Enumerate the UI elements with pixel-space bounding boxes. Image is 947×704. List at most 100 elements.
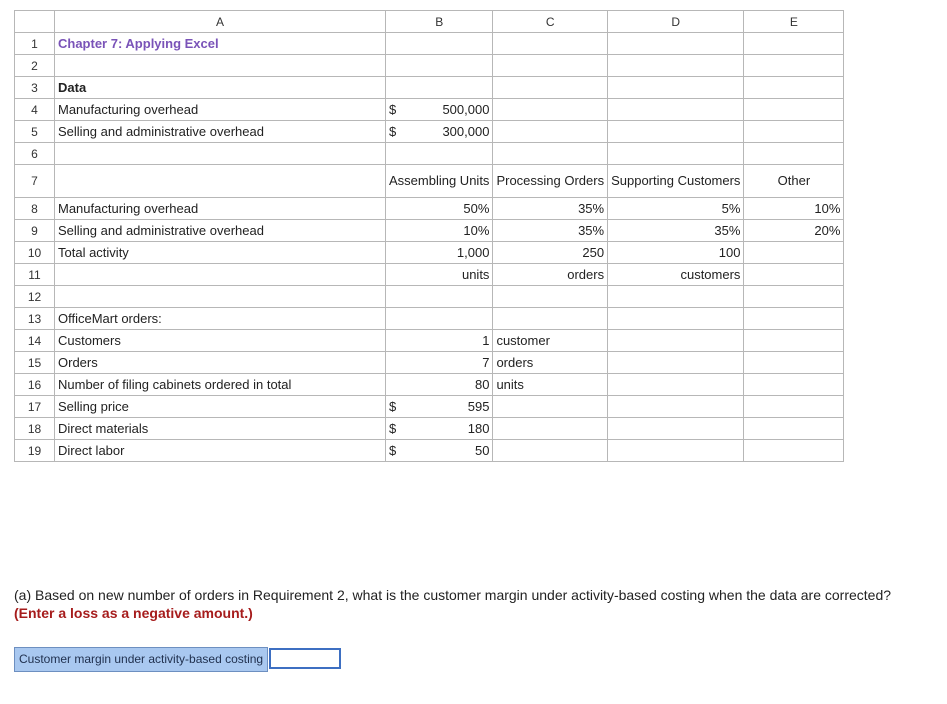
row-number: 16 bbox=[14, 373, 55, 396]
cell bbox=[492, 439, 609, 462]
cell bbox=[607, 142, 745, 165]
row-number: 15 bbox=[14, 351, 55, 374]
cell-value: 7 bbox=[384, 351, 494, 374]
cell bbox=[54, 54, 386, 77]
row-number: 2 bbox=[14, 54, 55, 77]
row-label: Total activity bbox=[54, 241, 386, 264]
cell-value: 10% bbox=[743, 197, 845, 220]
answer-row: Customer margin under activity-based cos… bbox=[14, 647, 342, 672]
cell-currency: $595 bbox=[384, 395, 494, 418]
row-label: Direct labor bbox=[54, 439, 386, 462]
corner-cell bbox=[14, 10, 55, 33]
cell bbox=[743, 439, 845, 462]
row-number: 1 bbox=[14, 32, 55, 55]
row-label: Direct materials bbox=[54, 417, 386, 440]
row-number: 14 bbox=[14, 329, 55, 352]
cell bbox=[492, 417, 609, 440]
row-number: 7 bbox=[14, 164, 55, 198]
cell bbox=[54, 263, 386, 286]
sheet-title: Chapter 7: Applying Excel bbox=[54, 32, 386, 55]
cell bbox=[492, 32, 609, 55]
cell bbox=[607, 307, 745, 330]
cell bbox=[607, 329, 745, 352]
cell bbox=[54, 164, 386, 198]
cell bbox=[384, 76, 494, 99]
activity-header-supporting: Supporting Customers bbox=[607, 164, 745, 198]
row-label: Selling price bbox=[54, 395, 386, 418]
cell bbox=[492, 395, 609, 418]
cell bbox=[607, 54, 745, 77]
cell bbox=[743, 54, 845, 77]
row-label: Number of filing cabinets ordered in tot… bbox=[54, 373, 386, 396]
column-header-e: E bbox=[743, 10, 845, 33]
question-emphasis: (Enter a loss as a negative amount.) bbox=[14, 605, 253, 621]
cell-value: 20% bbox=[743, 219, 845, 242]
amount: 180 bbox=[467, 421, 490, 436]
amount: 595 bbox=[467, 399, 490, 414]
cell bbox=[607, 417, 745, 440]
dollar-sign: $ bbox=[389, 421, 397, 436]
cell bbox=[384, 32, 494, 55]
cell bbox=[492, 98, 609, 121]
row-number: 11 bbox=[14, 263, 55, 286]
row-label: Selling and administrative overhead bbox=[54, 120, 386, 143]
cell bbox=[607, 439, 745, 462]
cell-currency: $50 bbox=[384, 439, 494, 462]
row-number: 8 bbox=[14, 197, 55, 220]
row-number: 19 bbox=[14, 439, 55, 462]
cell bbox=[54, 285, 386, 308]
row-number: 5 bbox=[14, 120, 55, 143]
row-number: 17 bbox=[14, 395, 55, 418]
cell bbox=[743, 32, 845, 55]
cell-value: 100 bbox=[607, 241, 745, 264]
cell bbox=[743, 307, 845, 330]
cell bbox=[743, 263, 845, 286]
cell-value: 250 bbox=[492, 241, 609, 264]
row-number: 18 bbox=[14, 417, 55, 440]
row-number: 9 bbox=[14, 219, 55, 242]
question-body: (a) Based on new number of orders in Req… bbox=[14, 587, 892, 603]
customer-margin-input[interactable] bbox=[269, 648, 342, 669]
dollar-sign: $ bbox=[389, 102, 397, 117]
amount: 500,000 bbox=[442, 102, 490, 117]
spreadsheet: A B C D E 1 Chapter 7: Applying Excel 2 … bbox=[14, 10, 845, 462]
row-label: OfficeMart orders: bbox=[54, 307, 386, 330]
cell bbox=[384, 285, 494, 308]
amount: 50 bbox=[474, 443, 490, 458]
cell bbox=[607, 76, 745, 99]
cell bbox=[743, 285, 845, 308]
cell bbox=[492, 142, 609, 165]
cell bbox=[492, 285, 609, 308]
dollar-sign: $ bbox=[389, 399, 397, 414]
cell bbox=[743, 351, 845, 374]
row-label: Manufacturing overhead bbox=[54, 197, 386, 220]
cell-value: units bbox=[384, 263, 494, 286]
cell bbox=[743, 395, 845, 418]
cell-unit: units bbox=[492, 373, 609, 396]
cell-value: 80 bbox=[384, 373, 494, 396]
answer-label: Customer margin under activity-based cos… bbox=[14, 647, 269, 672]
cell-value: 1 bbox=[384, 329, 494, 352]
cell bbox=[492, 76, 609, 99]
cell-value: customers bbox=[607, 263, 745, 286]
cell bbox=[384, 142, 494, 165]
cell-value: 35% bbox=[492, 219, 609, 242]
row-number: 12 bbox=[14, 285, 55, 308]
column-header-b: B bbox=[384, 10, 494, 33]
cell-value: 10% bbox=[384, 219, 494, 242]
row-label: Orders bbox=[54, 351, 386, 374]
cell bbox=[54, 142, 386, 165]
cell-value: 5% bbox=[607, 197, 745, 220]
cell bbox=[607, 32, 745, 55]
data-heading: Data bbox=[54, 76, 386, 99]
cell bbox=[384, 307, 494, 330]
cell-value: 35% bbox=[607, 219, 745, 242]
cell bbox=[743, 329, 845, 352]
amount: 300,000 bbox=[442, 124, 490, 139]
cell bbox=[492, 120, 609, 143]
row-number: 3 bbox=[14, 76, 55, 99]
row-label: Manufacturing overhead bbox=[54, 98, 386, 121]
cell bbox=[607, 285, 745, 308]
row-label: Selling and administrative overhead bbox=[54, 219, 386, 242]
cell bbox=[384, 54, 494, 77]
